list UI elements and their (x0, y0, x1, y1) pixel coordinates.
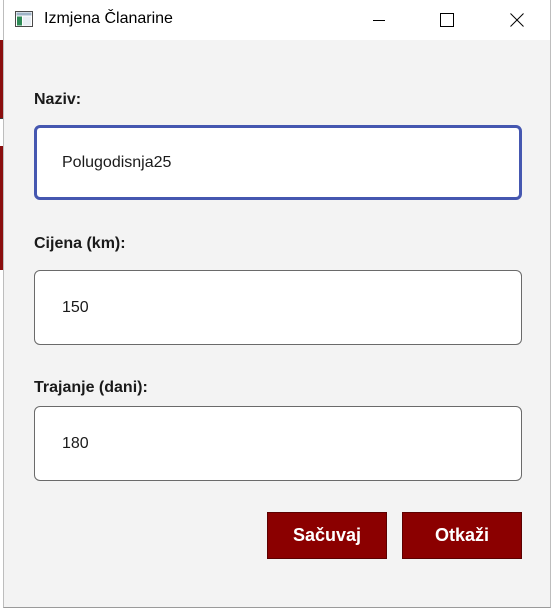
naziv-value: Polugodisnja25 (62, 153, 172, 171)
dialog-window: Izmjena Članarine Naziv: Polugodisnja25 … (3, 0, 551, 608)
trajanje-value: 180 (62, 434, 89, 452)
cijena-label: Cijena (km): (34, 235, 126, 252)
minimize-icon (373, 20, 385, 21)
naziv-input[interactable]: Polugodisnja25 (34, 125, 522, 200)
maximize-button[interactable] (424, 0, 470, 40)
window-title: Izmjena Članarine (44, 10, 173, 27)
cancel-button[interactable]: Otkaži (402, 512, 522, 559)
app-icon (15, 11, 33, 27)
title-bar[interactable]: Izmjena Članarine (4, 0, 550, 40)
naziv-label: Naziv: (34, 91, 82, 108)
trajanje-label: Trajanje (dani): (34, 379, 148, 396)
close-icon (510, 13, 524, 27)
maximize-icon (440, 13, 454, 27)
trajanje-input[interactable]: 180 (34, 406, 522, 481)
save-button[interactable]: Sačuvaj (267, 512, 387, 559)
cijena-value: 150 (62, 298, 89, 316)
cijena-input[interactable]: 150 (34, 270, 522, 345)
minimize-button[interactable] (356, 0, 402, 40)
close-button[interactable] (494, 0, 540, 40)
